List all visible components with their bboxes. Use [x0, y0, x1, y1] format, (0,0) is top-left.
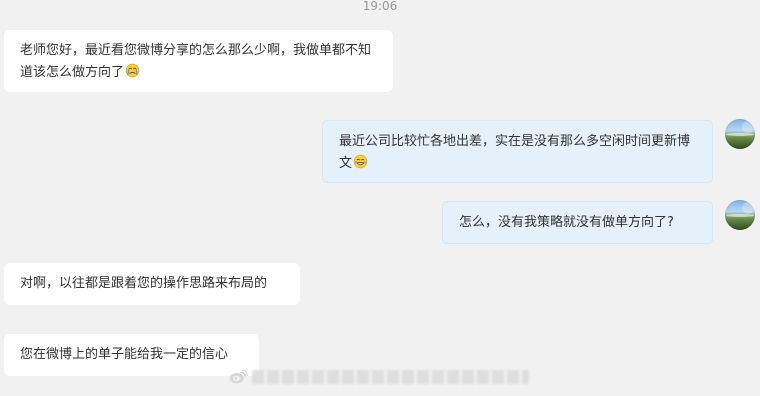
chat-timestamp: 19:06 — [362, 0, 398, 13]
avatar-icon — [725, 119, 755, 149]
message-bubble-3: 怎么，没有我策略就没有做单方向了? — [442, 201, 713, 244]
message-text-3: 怎么，没有我策略就没有做单方向了? — [459, 215, 674, 230]
message-text-1: 老师您好，最近看您微博分享的怎么那么少啊，我做单都不知道该怎么做方向了 — [20, 43, 372, 80]
message-bubble-1: 老师您好，最近看您微博分享的怎么那么少啊，我做单都不知道该怎么做方向了 — [4, 30, 393, 92]
message-bubble-2: 最近公司比较忙各地出差，实在是没有那么多空闲时间更新博文 — [322, 120, 713, 183]
message-text-4: 对啊，以往都是跟着您的操作思路来布局的 — [20, 276, 268, 291]
weibo-logo-icon — [228, 368, 248, 386]
weibo-watermark — [228, 366, 531, 388]
message-bubble-4: 对啊，以往都是跟着您的操作思路来布局的 — [4, 263, 300, 305]
blurred-watermark-text — [252, 370, 529, 384]
laughing-emoji-icon — [353, 154, 368, 169]
message-bubble-5: 您在微博上的单子能给我一定的信心 — [4, 334, 259, 376]
message-text-5: 您在微博上的单子能给我一定的信心 — [20, 347, 229, 362]
crying-emoji-icon — [125, 63, 140, 78]
avatar-icon — [725, 200, 755, 230]
message-text-2: 最近公司比较忙各地出差，实在是没有那么多空闲时间更新博文 — [339, 134, 691, 171]
